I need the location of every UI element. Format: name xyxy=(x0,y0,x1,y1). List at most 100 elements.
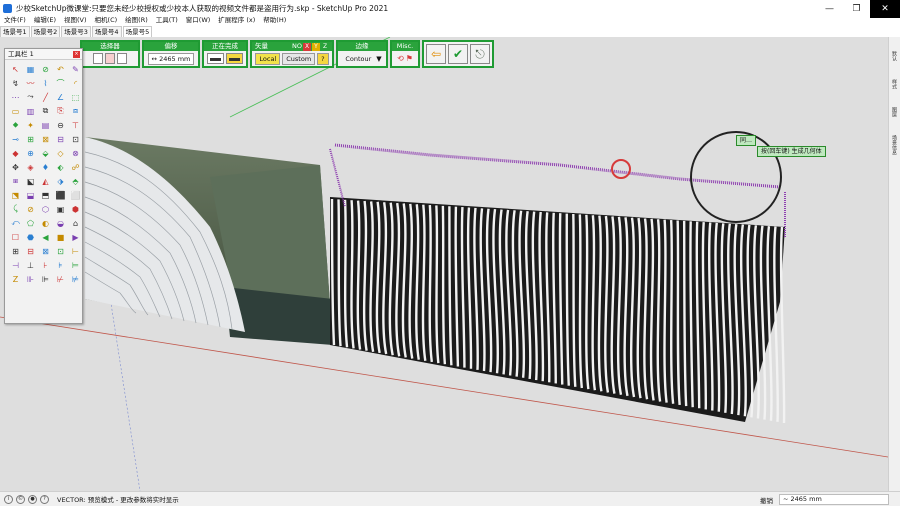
tool-button-61-icon[interactable]: ☐ xyxy=(9,231,22,243)
user-icon[interactable]: ● xyxy=(28,494,37,504)
tray-tab-scene-info[interactable]: 场景信息 xyxy=(891,135,898,155)
edge-dropdown[interactable]: Contour xyxy=(342,54,374,64)
tool-button-70-icon[interactable]: ⊢ xyxy=(69,245,82,257)
menu-camera[interactable]: 相机(C) xyxy=(91,15,122,26)
bookmark-icon[interactable]: ⚑ xyxy=(406,54,413,63)
tool-button-39-icon[interactable]: ⬖ xyxy=(54,161,67,173)
tool-button-35-icon[interactable]: ⊗ xyxy=(69,147,82,159)
menu-tools[interactable]: 工具(T) xyxy=(152,15,182,26)
reset-icon[interactable]: ⟲ xyxy=(397,54,404,63)
tool-button-44-icon[interactable]: ⬗ xyxy=(54,175,67,187)
tool-button-33-icon[interactable]: ⬙ xyxy=(39,147,52,159)
tool-button-72-icon[interactable]: ⊥ xyxy=(24,259,37,271)
tool-button-47-icon[interactable]: ⬓ xyxy=(24,189,37,201)
axis-x-button[interactable]: X xyxy=(303,42,311,51)
tool-button-51-icon[interactable]: ⤹ xyxy=(9,203,22,215)
tool-button-66-icon[interactable]: ⊞ xyxy=(9,245,22,257)
custom-button[interactable]: Custom xyxy=(282,52,316,65)
tool-button-80-icon[interactable]: ⊭ xyxy=(69,273,82,285)
menu-help[interactable]: 帮助(H) xyxy=(259,15,290,26)
tool-button-10-icon[interactable]: ◜ xyxy=(69,77,82,89)
tool-button-5-icon[interactable]: ✎ xyxy=(69,63,82,75)
tool-button-53-icon[interactable]: ⬡ xyxy=(39,203,52,215)
tool-button-28-icon[interactable]: ⊠ xyxy=(39,133,52,145)
tool-button-19-icon[interactable]: ⎘ xyxy=(54,105,67,117)
tool-button-37-icon[interactable]: ◈ xyxy=(24,161,37,173)
local-button[interactable]: Local xyxy=(255,52,281,65)
tool-button-6-icon[interactable]: ↯ xyxy=(9,77,22,89)
tool-button-9-icon[interactable]: ⌒ xyxy=(54,77,67,89)
back-icon[interactable]: ⇦ xyxy=(426,44,446,64)
menu-draw[interactable]: 绘图(R) xyxy=(121,15,152,26)
tool-button-59-icon[interactable]: ◒ xyxy=(54,217,67,229)
tool-button-30-icon[interactable]: ⊡ xyxy=(69,133,82,145)
tool-button-74-icon[interactable]: ⊧ xyxy=(54,259,67,271)
close-button[interactable]: ✕ xyxy=(870,0,900,18)
tool-button-24-icon[interactable]: ⊖ xyxy=(54,119,67,131)
tool-button-17-icon[interactable]: ▥ xyxy=(24,105,37,117)
tray-tab-styles[interactable]: 样式 xyxy=(891,79,898,89)
tool-button-13-icon[interactable]: ╱ xyxy=(39,91,52,103)
tool-button-26-icon[interactable]: ⊸ xyxy=(9,133,22,145)
tool-button-71-icon[interactable]: ⊣ xyxy=(9,259,22,271)
toolbox-close-button[interactable]: × xyxy=(73,51,80,58)
credits-icon[interactable]: © xyxy=(16,494,25,504)
tool-button-50-icon[interactable]: ⬜ xyxy=(69,189,82,201)
tool-button-62-icon[interactable]: ⬣ xyxy=(24,231,37,243)
tool-button-22-icon[interactable]: ✦ xyxy=(24,119,37,131)
menu-file[interactable]: 文件(F) xyxy=(0,15,30,26)
help-button[interactable]: ? xyxy=(317,52,329,65)
confirm-icon[interactable]: ✔ xyxy=(448,44,468,64)
tool-button-73-icon[interactable]: ⊦ xyxy=(39,259,52,271)
tool-button-36-icon[interactable]: ✥ xyxy=(9,161,22,173)
tool-button-25-icon[interactable]: ⊤ xyxy=(69,119,82,131)
progress-active-icon[interactable] xyxy=(226,53,243,64)
tool-button-29-icon[interactable]: ⊟ xyxy=(54,133,67,145)
tool-button-11-icon[interactable]: ⋯ xyxy=(9,91,22,103)
tool-button-42-icon[interactable]: ⬕ xyxy=(24,175,37,187)
tool-button-1-icon[interactable]: ↖ xyxy=(9,63,22,75)
chevron-down-icon[interactable]: ▼ xyxy=(376,55,381,63)
tool-button-45-icon[interactable]: ⬘ xyxy=(69,175,82,187)
tool-button-54-icon[interactable]: ▣ xyxy=(54,203,67,215)
scene-tab-5[interactable]: 场景号5 xyxy=(122,26,153,37)
menu-view[interactable]: 视图(V) xyxy=(60,15,91,26)
tool-button-3-icon[interactable]: ⊘ xyxy=(39,63,52,75)
scene-tab-4[interactable]: 场景号4 xyxy=(91,26,122,37)
tool-button-75-icon[interactable]: ⊨ xyxy=(69,259,82,271)
help-icon[interactable]: ? xyxy=(40,494,49,504)
tool-button-14-icon[interactable]: ∠ xyxy=(54,91,67,103)
selector-option-2-icon[interactable] xyxy=(105,53,115,64)
tool-button-56-icon[interactable]: ⤺ xyxy=(9,217,22,229)
menu-edit[interactable]: 编辑(E) xyxy=(30,15,60,26)
tool-button-15-icon[interactable]: ⬚ xyxy=(69,91,82,103)
tool-button-16-icon[interactable]: ▭ xyxy=(9,105,22,117)
tool-button-4-icon[interactable]: ↶ xyxy=(54,63,67,75)
tool-button-8-icon[interactable]: ⌇ xyxy=(39,77,52,89)
tool-button-63-icon[interactable]: ◀ xyxy=(39,231,52,243)
tool-button-41-icon[interactable]: ⧆ xyxy=(9,175,22,187)
tool-button-79-icon[interactable]: ⊬ xyxy=(54,273,67,285)
offset-input[interactable]: ↔ 2465 mm xyxy=(147,52,195,65)
tool-button-20-icon[interactable]: ⧈ xyxy=(69,105,82,117)
maximize-button[interactable]: ❐ xyxy=(843,0,870,18)
tool-button-43-icon[interactable]: ◭ xyxy=(39,175,52,187)
scene-tab-3[interactable]: 场景号3 xyxy=(61,26,91,37)
tool-button-40-icon[interactable]: ☍ xyxy=(69,161,82,173)
scene-tab-1[interactable]: 场景号1 xyxy=(0,26,30,37)
tool-button-68-icon[interactable]: ⊠ xyxy=(39,245,52,257)
tool-button-60-icon[interactable]: ⌂ xyxy=(69,217,82,229)
tool-button-32-icon[interactable]: ⊕ xyxy=(24,147,37,159)
tool-button-31-icon[interactable]: ◆ xyxy=(9,147,22,159)
exit-icon[interactable]: ⎋ xyxy=(470,44,490,64)
tool-button-23-icon[interactable]: ▤ xyxy=(39,119,52,131)
measurements-input[interactable]: ~ 2465 mm xyxy=(779,494,889,505)
tool-button-46-icon[interactable]: ⬔ xyxy=(9,189,22,201)
minimize-button[interactable]: — xyxy=(816,0,843,18)
tool-button-69-icon[interactable]: ⊡ xyxy=(54,245,67,257)
tool-button-67-icon[interactable]: ⊟ xyxy=(24,245,37,257)
tool-button-38-icon[interactable]: ♦ xyxy=(39,161,52,173)
scene-tab-2[interactable]: 场景号2 xyxy=(30,26,61,37)
tool-button-65-icon[interactable]: ▶ xyxy=(69,231,82,243)
tool-button-49-icon[interactable]: ⬛ xyxy=(54,189,67,201)
